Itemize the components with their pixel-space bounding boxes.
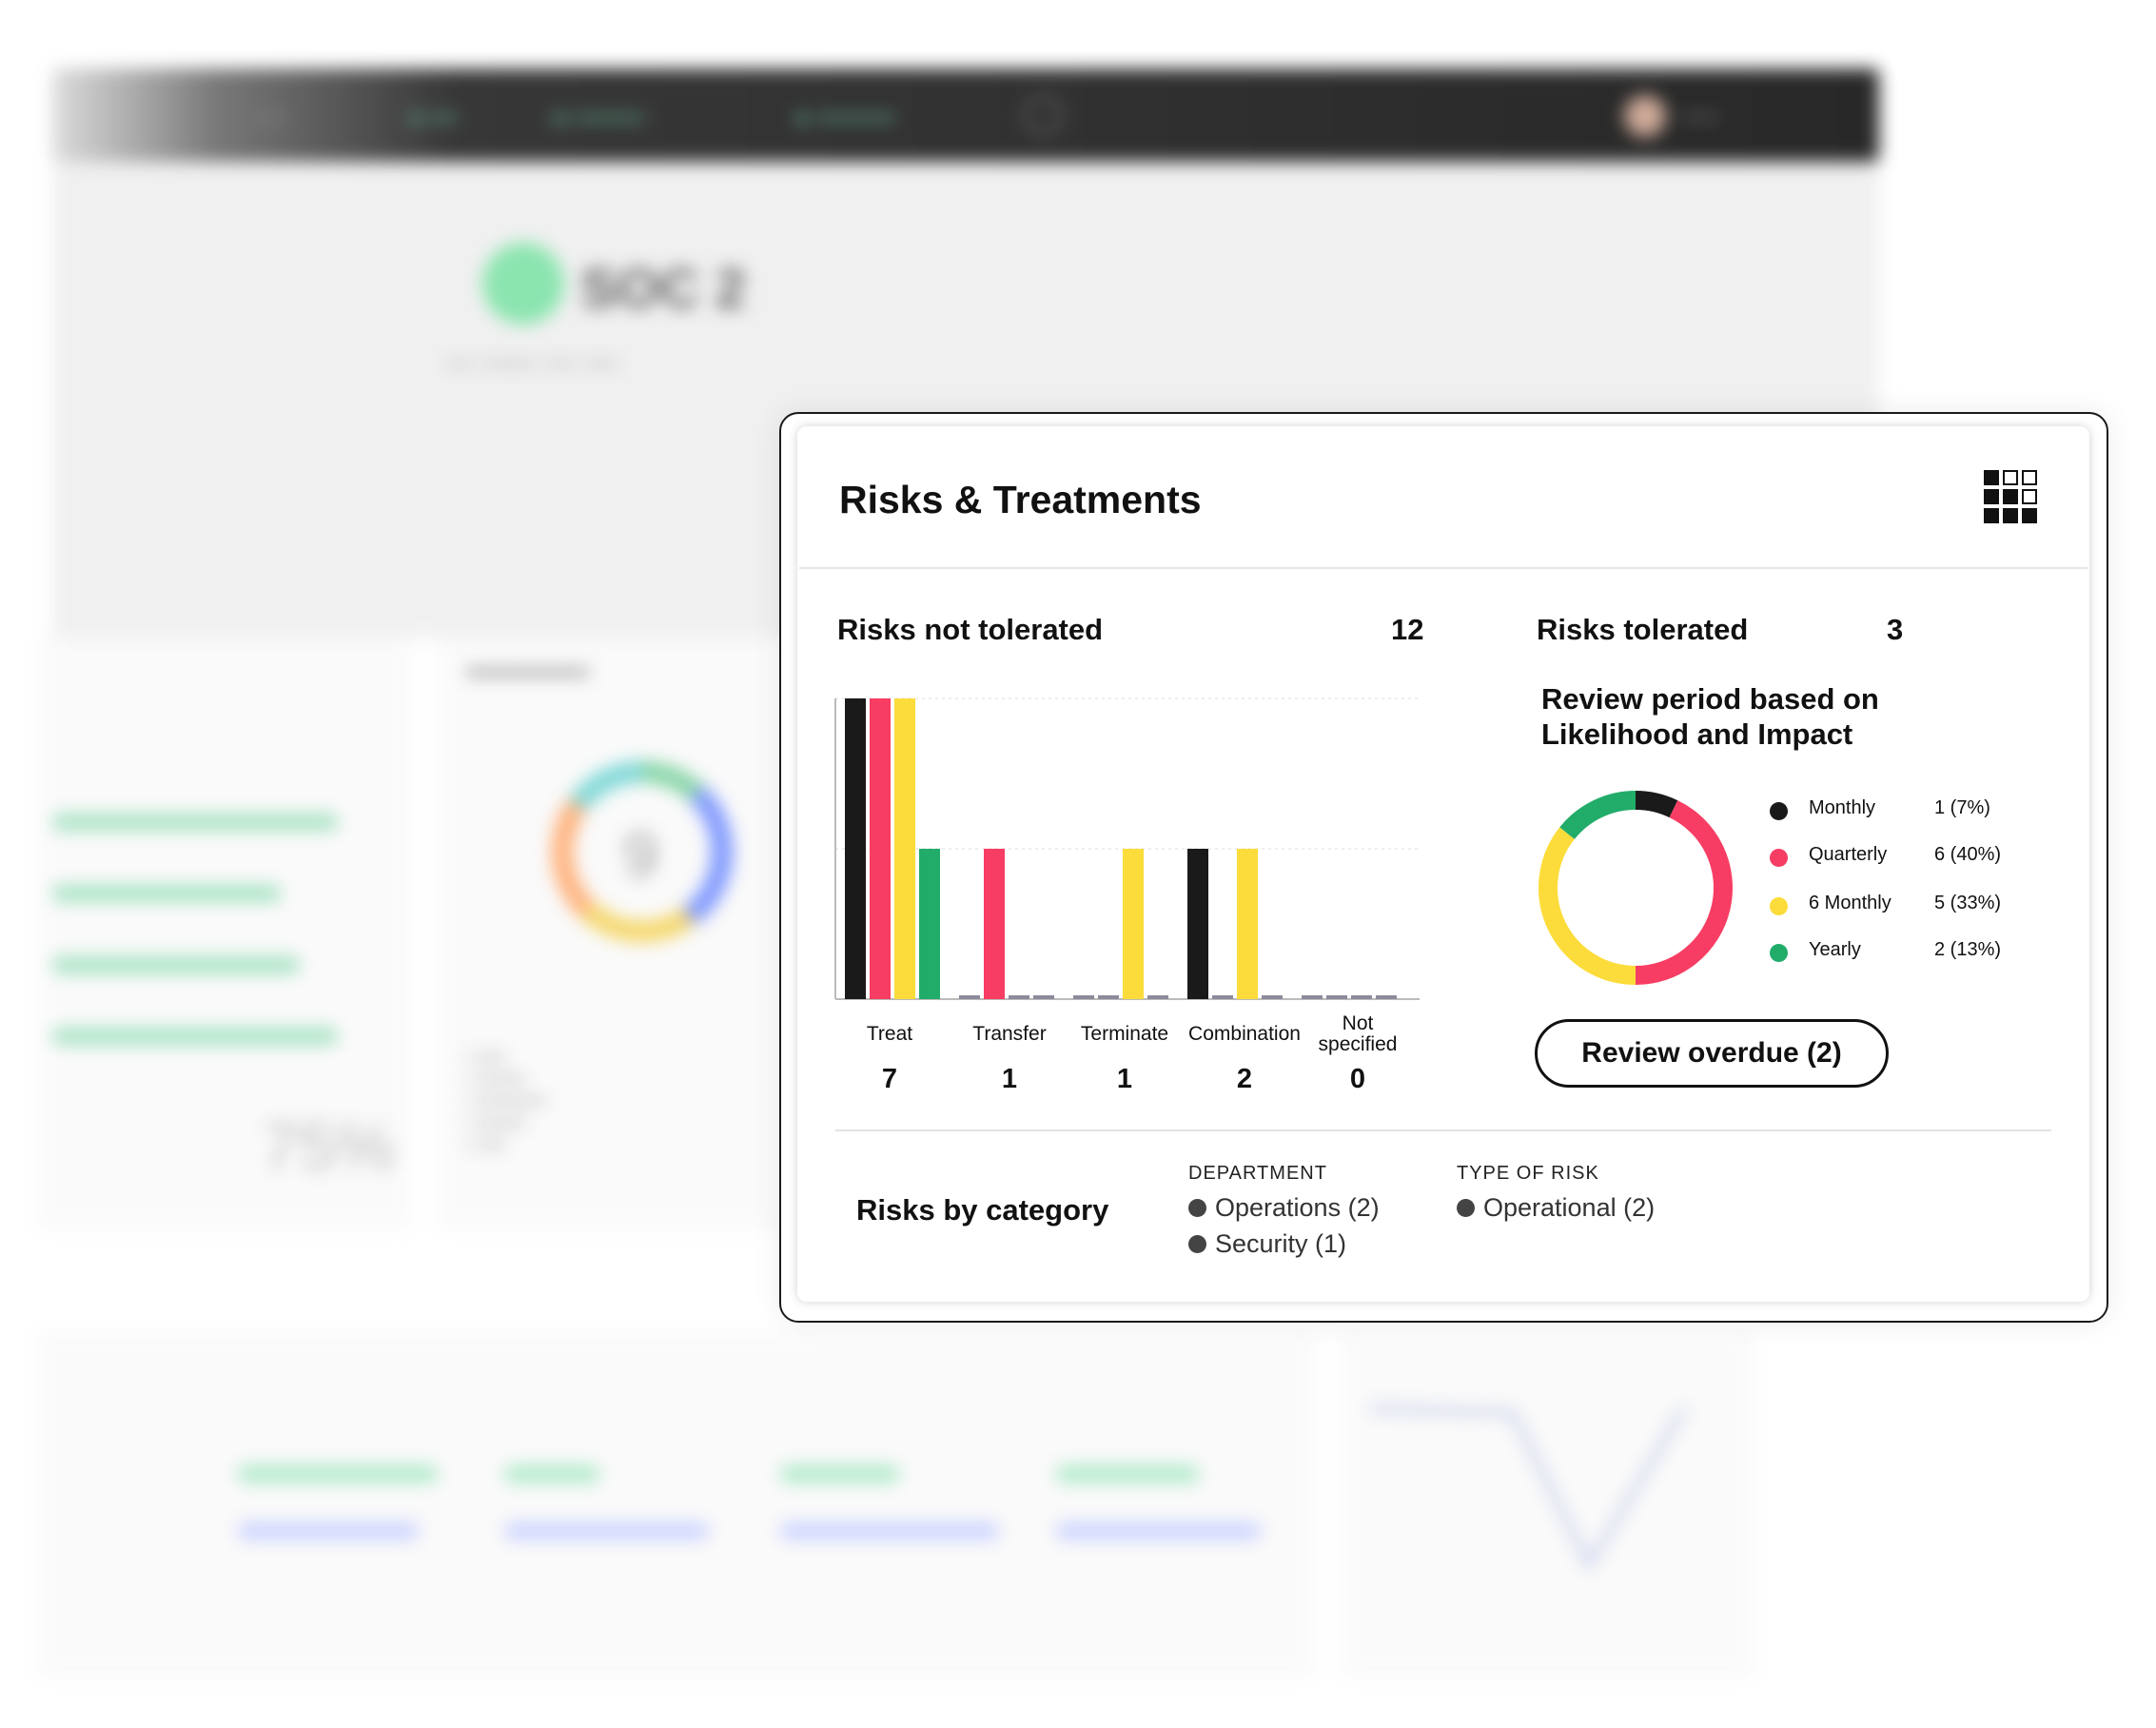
bar-category-label: Treat [866, 1023, 913, 1045]
risks-tolerated-label: Risks tolerated [1537, 613, 1749, 646]
breadcrumb: ▪▪▪▪ / ▪▪▪▪▪▪▪▪ / ▪▪▪▪ / ▪▪▪▪▪ [447, 354, 618, 373]
bar-zero-not-specified-monthly [1302, 995, 1323, 999]
type-of-risk-item-operational[interactable]: Operational (2) [1457, 1193, 1655, 1223]
background-bar [1056, 1465, 1199, 1483]
background-bar [504, 1465, 599, 1483]
bar-zero-transfer-6-monthly [1009, 995, 1029, 999]
background-nav-item: ● ▪▪▪ [409, 103, 458, 131]
bar-category-total: 2 [1236, 1064, 1253, 1094]
bar-category-label: Combination [1188, 1023, 1301, 1045]
bar-zero-transfer-yearly [1033, 995, 1054, 999]
legend-dot-icon [1770, 944, 1788, 962]
background-list: ▪ ▪▪▪▪ ▪ ▪▪▪▪▪▪▪ ▪ ▪▪▪▪▪▪▪▪▪▪ ▪ ▪▪▪▪▪▪▪ ▪ ▪▪… [466, 1047, 546, 1155]
risks-by-category-title: Risks by category [856, 1193, 1109, 1227]
legend-dot-icon [1770, 802, 1788, 820]
review-period-donut [1539, 791, 1733, 985]
bar-combination-6-monthly[interactable] [1237, 849, 1258, 999]
background-bar [780, 1522, 999, 1540]
bar-zero-combination-yearly [1262, 995, 1283, 999]
legend-label: Yearly [1809, 939, 1861, 960]
bar-category-label: Not specified [1318, 1012, 1398, 1055]
avatar [1624, 95, 1666, 137]
bar-treat-6-monthly[interactable] [894, 698, 915, 999]
background-nav-item: ▪▪▪▪ [252, 103, 287, 131]
bar-terminate-6-monthly[interactable] [1123, 849, 1144, 999]
donut-slice-6-monthly[interactable] [1539, 827, 1637, 985]
donut-slice-monthly[interactable] [1635, 791, 1678, 818]
legend-label: Quarterly [1809, 844, 1888, 865]
section-divider [835, 1129, 2051, 1131]
bar-category-total: 7 [881, 1064, 898, 1094]
background-line-chart [1369, 1406, 1686, 1570]
legend-label: Monthly [1809, 797, 1876, 818]
background-percentage: 75% [262, 1109, 396, 1184]
department-item-operations[interactable]: Operations (2) [1188, 1193, 1380, 1223]
bar-treat-yearly[interactable] [919, 849, 940, 999]
risks-not-tolerated-count: 12 [1391, 613, 1424, 646]
review-overdue-button[interactable]: Review overdue (2) [1535, 1019, 1889, 1088]
background-nav-item: ● ▪▪▪▪▪▪▪▪ [552, 103, 644, 131]
donut-slice-yearly[interactable] [1559, 791, 1637, 840]
bar-category-total: 1 [1116, 1064, 1133, 1094]
legend-dot-icon [1770, 849, 1788, 867]
legend-value: 2 (13%) [1934, 939, 2002, 960]
background-bar [504, 1522, 709, 1540]
legend-value: 5 (33%) [1934, 893, 2002, 913]
soc-logo-icon [482, 243, 564, 324]
bar-category-total: 0 [1349, 1064, 1366, 1094]
background-top-bar [52, 69, 1879, 162]
bar-zero-terminate-quarterly [1098, 995, 1119, 999]
donut-slice-quarterly[interactable] [1635, 800, 1733, 985]
department-item-security[interactable]: Security (1) [1188, 1229, 1346, 1259]
bar-zero-not-specified-quarterly [1326, 995, 1347, 999]
risks-not-tolerated-label: Risks not tolerated [837, 613, 1104, 646]
background-bar [52, 885, 281, 902]
card-header-divider [799, 567, 2087, 569]
legend-dot-icon [1770, 897, 1788, 915]
card-title: Risks & Treatments [839, 478, 1202, 521]
legend-label: 6 Monthly [1809, 893, 1891, 913]
department-heading: DEPARTMENT [1188, 1163, 1327, 1184]
legend-value: 6 (40%) [1934, 844, 2002, 865]
bar-zero-transfer-monthly [959, 995, 980, 999]
bar-zero-not-specified-6-monthly [1351, 995, 1372, 999]
bar-treat-quarterly[interactable] [870, 698, 891, 999]
background-bar [52, 814, 338, 831]
bar-treat-monthly[interactable] [845, 698, 866, 999]
risks-tolerated-count: 3 [1887, 613, 1904, 646]
bar-zero-combination-quarterly [1212, 995, 1233, 999]
background-donut-number: 9 [623, 819, 658, 890]
bar-transfer-quarterly[interactable] [984, 849, 1005, 999]
bar-zero-terminate-yearly [1147, 995, 1168, 999]
background-page-title: SOC 2 [580, 258, 747, 320]
grid-layout-icon[interactable] [1984, 470, 2037, 523]
treatment-bar-chart [834, 697, 1420, 1000]
bar-zero-terminate-monthly [1073, 995, 1094, 999]
background-username: ▪▪▪▪▪ [1682, 105, 1719, 128]
bar-zero-not-specified-yearly [1376, 995, 1397, 999]
background-bar [780, 1465, 899, 1483]
background-bar [1056, 1522, 1261, 1540]
bar-combination-monthly[interactable] [1187, 849, 1208, 999]
background-card [38, 1332, 1315, 1677]
type-of-risk-heading: TYPE OF RISK [1457, 1163, 1599, 1184]
review-period-title: Review period based on Likelihood and Im… [1541, 682, 1879, 751]
background-bar [52, 1028, 338, 1045]
background-nav-item: ● ▪▪▪▪▪▪▪▪▪ [794, 103, 895, 131]
background-bar [238, 1465, 438, 1483]
search-icon [1023, 95, 1063, 135]
bar-category-label: Transfer [972, 1023, 1047, 1045]
background-bar [52, 956, 300, 973]
background-bar [238, 1522, 419, 1540]
background-card-title: ▪▪▪▪▪▪▪▪▪▪▪▪▪ [466, 657, 590, 686]
bar-category-total: 1 [1001, 1064, 1018, 1094]
legend-value: 1 (7%) [1934, 797, 1990, 818]
bar-category-label: Terminate [1080, 1023, 1169, 1045]
